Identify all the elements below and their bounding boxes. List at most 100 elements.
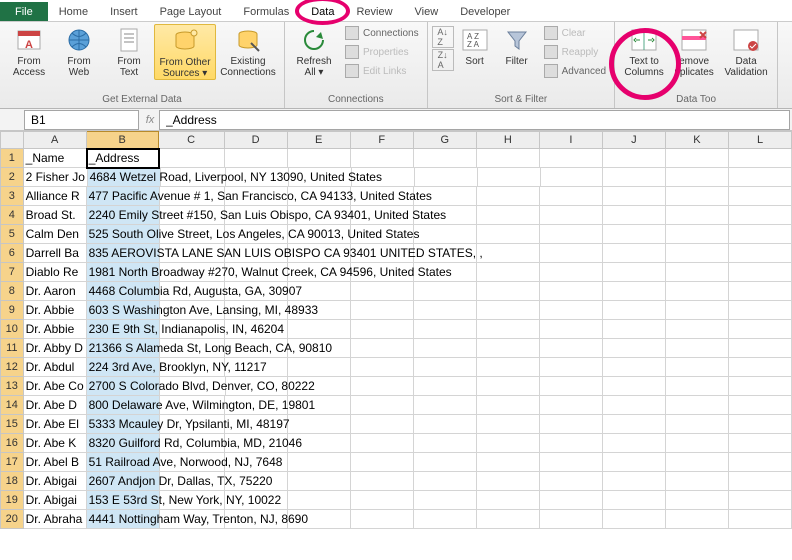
cell[interactable]: [351, 491, 414, 510]
tab-view[interactable]: View: [404, 2, 450, 21]
cell[interactable]: 2607 Andjon Dr, Dallas, TX, 75220: [87, 472, 160, 491]
cell[interactable]: [351, 510, 414, 529]
connections-button[interactable]: Connections: [341, 24, 423, 42]
cell[interactable]: [729, 396, 792, 415]
cell[interactable]: [603, 434, 666, 453]
cell[interactable]: Dr. Abel B: [24, 453, 87, 472]
cell[interactable]: 51 Railroad Ave, Norwood, NJ, 7648: [87, 453, 160, 472]
cell[interactable]: [729, 339, 792, 358]
cell[interactable]: [351, 339, 414, 358]
cell[interactable]: Dr. Abe K: [24, 434, 87, 453]
cell[interactable]: [540, 149, 603, 168]
cell[interactable]: [540, 301, 603, 320]
cell[interactable]: [603, 187, 666, 206]
cell[interactable]: [666, 510, 729, 529]
cell[interactable]: [729, 358, 792, 377]
cell[interactable]: [603, 491, 666, 510]
cell[interactable]: 525 South Olive Street, Los Angeles, CA …: [87, 225, 160, 244]
cell[interactable]: 4468 Columbia Rd, Augusta, GA, 30907: [87, 282, 160, 301]
cell[interactable]: [666, 206, 729, 225]
cell[interactable]: [603, 301, 666, 320]
cell[interactable]: Dr. Abe Co: [24, 377, 87, 396]
row-header[interactable]: 15: [0, 415, 24, 434]
row-header[interactable]: 11: [0, 339, 24, 358]
column-header-C[interactable]: C: [159, 131, 225, 149]
cell[interactable]: [603, 149, 666, 168]
cell[interactable]: [603, 282, 666, 301]
cell[interactable]: [729, 320, 792, 339]
cell[interactable]: [603, 320, 666, 339]
row-header[interactable]: 8: [0, 282, 24, 301]
cell[interactable]: [540, 434, 603, 453]
fx-icon[interactable]: fx: [141, 114, 159, 126]
cell[interactable]: [666, 282, 729, 301]
from-web-button[interactable]: FromWeb: [54, 24, 104, 78]
cell[interactable]: [288, 320, 351, 339]
cell[interactable]: [729, 377, 792, 396]
edit-links-button[interactable]: Edit Links: [341, 62, 423, 80]
cell[interactable]: [414, 453, 477, 472]
cell[interactable]: [666, 396, 729, 415]
from-access-button[interactable]: A FromAccess: [4, 24, 54, 78]
cell[interactable]: [414, 282, 477, 301]
cell[interactable]: [414, 472, 477, 491]
row-header[interactable]: 6: [0, 244, 24, 263]
cell[interactable]: [540, 282, 603, 301]
cell[interactable]: [666, 415, 729, 434]
cell[interactable]: [666, 434, 729, 453]
spreadsheet-grid[interactable]: ABCDEFGHIJKL 1_Name_Address22 Fisher Jo4…: [0, 131, 792, 529]
cell[interactable]: [414, 320, 477, 339]
column-header-D[interactable]: D: [225, 131, 288, 149]
name-box[interactable]: [24, 110, 139, 130]
existing-connections-button[interactable]: ExistingConnections: [216, 24, 280, 78]
cell[interactable]: [415, 168, 478, 187]
cell[interactable]: [540, 377, 603, 396]
cell[interactable]: [159, 149, 225, 168]
cell[interactable]: [603, 225, 666, 244]
cell[interactable]: [351, 301, 414, 320]
cell[interactable]: [540, 453, 603, 472]
cell[interactable]: [477, 453, 540, 472]
text-to-columns-button[interactable]: Text toColumns: [619, 24, 669, 78]
row-header[interactable]: 17: [0, 453, 24, 472]
cell[interactable]: [477, 206, 540, 225]
cell[interactable]: [540, 225, 603, 244]
cell[interactable]: [288, 491, 351, 510]
cell[interactable]: 4684 Wetzel Road, Liverpool, NY 13090, U…: [88, 168, 161, 187]
cell[interactable]: Dr. Abbie: [24, 320, 87, 339]
cell[interactable]: [666, 301, 729, 320]
from-other-sources-button[interactable]: From OtherSources ▾: [154, 24, 216, 80]
cell[interactable]: [477, 320, 540, 339]
cell[interactable]: [414, 434, 477, 453]
cell[interactable]: [351, 434, 414, 453]
cell[interactable]: [540, 187, 603, 206]
cell[interactable]: 224 3rd Ave, Brooklyn, NY, 11217: [87, 358, 160, 377]
row-header[interactable]: 14: [0, 396, 24, 415]
column-header-H[interactable]: H: [477, 131, 540, 149]
cell[interactable]: [414, 396, 477, 415]
cell[interactable]: [729, 282, 792, 301]
cell[interactable]: [603, 415, 666, 434]
cell[interactable]: [729, 453, 792, 472]
cell[interactable]: _Address: [87, 149, 159, 168]
cell[interactable]: [666, 149, 729, 168]
column-header-F[interactable]: F: [351, 131, 414, 149]
cell[interactable]: Dr. Abdul: [24, 358, 87, 377]
cell[interactable]: 1981 North Broadway #270, Walnut Creek, …: [87, 263, 160, 282]
cell[interactable]: [477, 301, 540, 320]
advanced-button[interactable]: Advanced: [540, 62, 610, 80]
cell[interactable]: 477 Pacific Avenue # 1, San Francisco, C…: [87, 187, 160, 206]
cell[interactable]: [288, 472, 351, 491]
cell[interactable]: 153 E 53rd St, New York, NY, 10022: [87, 491, 160, 510]
cell[interactable]: 2 Fisher Jo: [24, 168, 88, 187]
row-header[interactable]: 7: [0, 263, 24, 282]
row-header[interactable]: 20: [0, 510, 24, 529]
cell[interactable]: [540, 263, 603, 282]
cell[interactable]: [603, 263, 666, 282]
cell[interactable]: [477, 491, 540, 510]
row-header[interactable]: 10: [0, 320, 24, 339]
tab-developer[interactable]: Developer: [449, 2, 521, 21]
cell[interactable]: 21366 S Alameda St, Long Beach, CA, 9081…: [87, 339, 160, 358]
formula-bar[interactable]: [159, 110, 790, 130]
cell[interactable]: 835 AEROVISTA LANE SAN LUIS OBISPO CA 93…: [87, 244, 160, 263]
